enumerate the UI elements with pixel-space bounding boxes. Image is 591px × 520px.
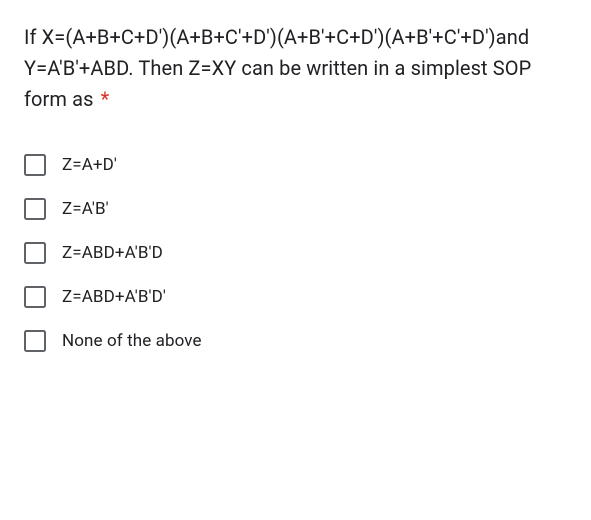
question-text: If X=(A+B+C+D')(A+B+C'+D')(A+B'+C+D')(A+… <box>24 22 567 115</box>
option-label: None of the above <box>62 331 202 351</box>
option-label: Z=ABD+A'B'D <box>62 243 163 263</box>
checkbox[interactable] <box>24 242 46 264</box>
checkbox[interactable] <box>24 154 46 176</box>
option-row: Z=ABD+A'B'D <box>24 231 567 275</box>
checkbox[interactable] <box>24 330 46 352</box>
options-list: Z=A+D' Z=A'B' Z=ABD+A'B'D Z=ABD+A'B'D' N… <box>24 143 567 363</box>
option-row: Z=A'B' <box>24 187 567 231</box>
checkbox[interactable] <box>24 286 46 308</box>
option-row: Z=A+D' <box>24 143 567 187</box>
question-block: If X=(A+B+C+D')(A+B+C'+D')(A+B'+C+D')(A+… <box>0 0 591 385</box>
option-row: None of the above <box>24 319 567 363</box>
option-label: Z=ABD+A'B'D' <box>62 287 166 307</box>
required-indicator: * <box>101 87 110 111</box>
option-row: Z=ABD+A'B'D' <box>24 275 567 319</box>
checkbox[interactable] <box>24 198 46 220</box>
option-label: Z=A+D' <box>62 155 117 175</box>
option-label: Z=A'B' <box>62 199 109 219</box>
